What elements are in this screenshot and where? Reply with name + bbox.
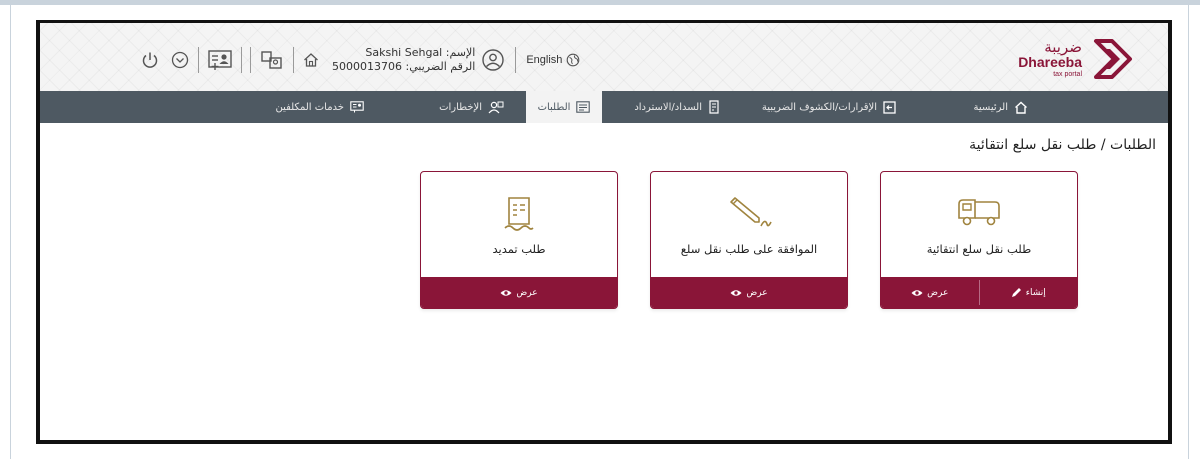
card-footer: عرض — [421, 277, 617, 308]
power-button[interactable] — [140, 45, 160, 75]
nav-label: الرئيسية — [973, 101, 1008, 113]
screenshot-canvas: ضريبة Dhareeba tax portal الإسم: Sakshi … — [0, 0, 1200, 459]
create-button[interactable]: إنشاء — [980, 277, 1078, 308]
nav-label: الإقرارات/الكشوف الضريبية — [761, 101, 877, 113]
card-title: طلب نقل سلع انتقائية — [926, 242, 1032, 256]
services-icon — [350, 101, 364, 113]
main-nav: الرئيسية الإقرارات/الكشوف الضريبية السدا… — [40, 91, 1168, 123]
brand-name-english: Dhareeba — [1018, 54, 1082, 70]
home-button[interactable] — [302, 45, 320, 75]
brand-name-arabic: ضريبة — [1044, 38, 1082, 56]
header-tools: الإسم: Sakshi Sehgal الرقم الضريبي: 5000… — [140, 45, 580, 75]
card-title: طلب تمديد — [492, 242, 546, 256]
eye-icon — [730, 289, 742, 296]
view-button[interactable]: عرض — [881, 277, 979, 308]
return-icon — [883, 100, 896, 114]
view-label: عرض — [516, 287, 538, 298]
card-extension-request: طلب تمديد عرض — [420, 171, 618, 309]
nav-item-home[interactable]: الرئيسية — [974, 91, 1028, 123]
view-button[interactable]: عرض — [421, 277, 617, 308]
card-selective-goods-transfer: طلب نقل سلع انتقائية عرض إنشاء — [880, 171, 1078, 309]
globe-icon — [567, 53, 580, 67]
nav-label: السداد/الاسترداد — [634, 101, 702, 113]
requests-icon — [576, 101, 591, 113]
truck-icon — [958, 199, 1000, 226]
nav-item-requests[interactable]: الطلبات — [526, 91, 602, 123]
left-border — [10, 5, 11, 459]
header-divider — [241, 47, 242, 73]
tax-number: الرقم الضريبي: 5000013706 — [332, 60, 476, 73]
view-label: عرض — [746, 287, 768, 298]
nav-item-taxpayer-services[interactable]: خدمات المكلفين — [275, 91, 364, 123]
card-transfer-approval: الموافقة على طلب نقل سلع عرض — [650, 171, 848, 309]
chevron-down-icon — [171, 51, 189, 69]
user-avatar-icon — [482, 49, 505, 71]
eye-icon — [911, 289, 923, 296]
user-profile-button[interactable] — [481, 45, 505, 75]
profile-card-button[interactable] — [207, 45, 233, 75]
top-border — [0, 0, 1200, 5]
card-footer: عرض — [651, 277, 847, 308]
document-icon — [504, 197, 534, 231]
user-name: الإسم: Sakshi Sehgal — [365, 46, 476, 59]
brand-logo[interactable]: ضريبة Dhareeba tax portal — [1018, 37, 1138, 81]
menu-dropdown-button[interactable] — [170, 45, 190, 75]
header-divider — [515, 47, 517, 73]
nav-label: الطلبات — [537, 101, 571, 113]
view-label: عرض — [927, 287, 949, 298]
nav-label: خدمات المكلفين — [275, 101, 344, 113]
notifications-icon — [488, 101, 504, 113]
pencil-icon — [1011, 288, 1021, 297]
header-divider — [250, 47, 251, 73]
home-icon — [1015, 101, 1027, 114]
nav-item-returns[interactable]: الإقرارات/الكشوف الضريبية — [762, 91, 896, 123]
nav-label: الإخطارات — [439, 101, 482, 113]
payment-icon — [709, 100, 719, 114]
id-card-icon — [208, 50, 232, 70]
user-info: الإسم: Sakshi Sehgal الرقم الضريبي: 5000… — [332, 46, 475, 74]
nav-item-payments[interactable]: السداد/الاسترداد — [634, 91, 720, 123]
users-switch-icon — [261, 51, 282, 69]
eye-icon — [500, 289, 512, 296]
header-divider — [198, 47, 199, 73]
create-label: إنشاء — [1025, 287, 1046, 298]
card-footer: عرض إنشاء — [881, 277, 1077, 308]
card-title: الموافقة على طلب نقل سلع — [680, 242, 818, 256]
brand-tagline: tax portal — [1053, 71, 1082, 78]
language-switch[interactable]: English — [526, 53, 580, 67]
header: ضريبة Dhareeba tax portal الإسم: Sakshi … — [40, 23, 1168, 91]
header-divider — [293, 47, 294, 73]
view-button[interactable]: عرض — [651, 277, 847, 308]
right-border — [1188, 5, 1189, 459]
dhareeba-logo-icon — [1094, 39, 1132, 79]
nav-item-notifications[interactable]: الإخطارات — [439, 91, 504, 123]
browser-frame: ضريبة Dhareeba tax portal الإسم: Sakshi … — [36, 20, 1172, 444]
switch-account-button[interactable] — [259, 45, 285, 75]
brand-text: ضريبة Dhareeba tax portal — [1018, 38, 1082, 79]
breadcrumb: الطلبات / طلب نقل سلع انتقائية — [969, 137, 1156, 153]
pen-icon — [730, 197, 772, 227]
home-icon — [304, 53, 318, 67]
power-icon — [142, 52, 158, 68]
language-label: English — [526, 54, 563, 66]
